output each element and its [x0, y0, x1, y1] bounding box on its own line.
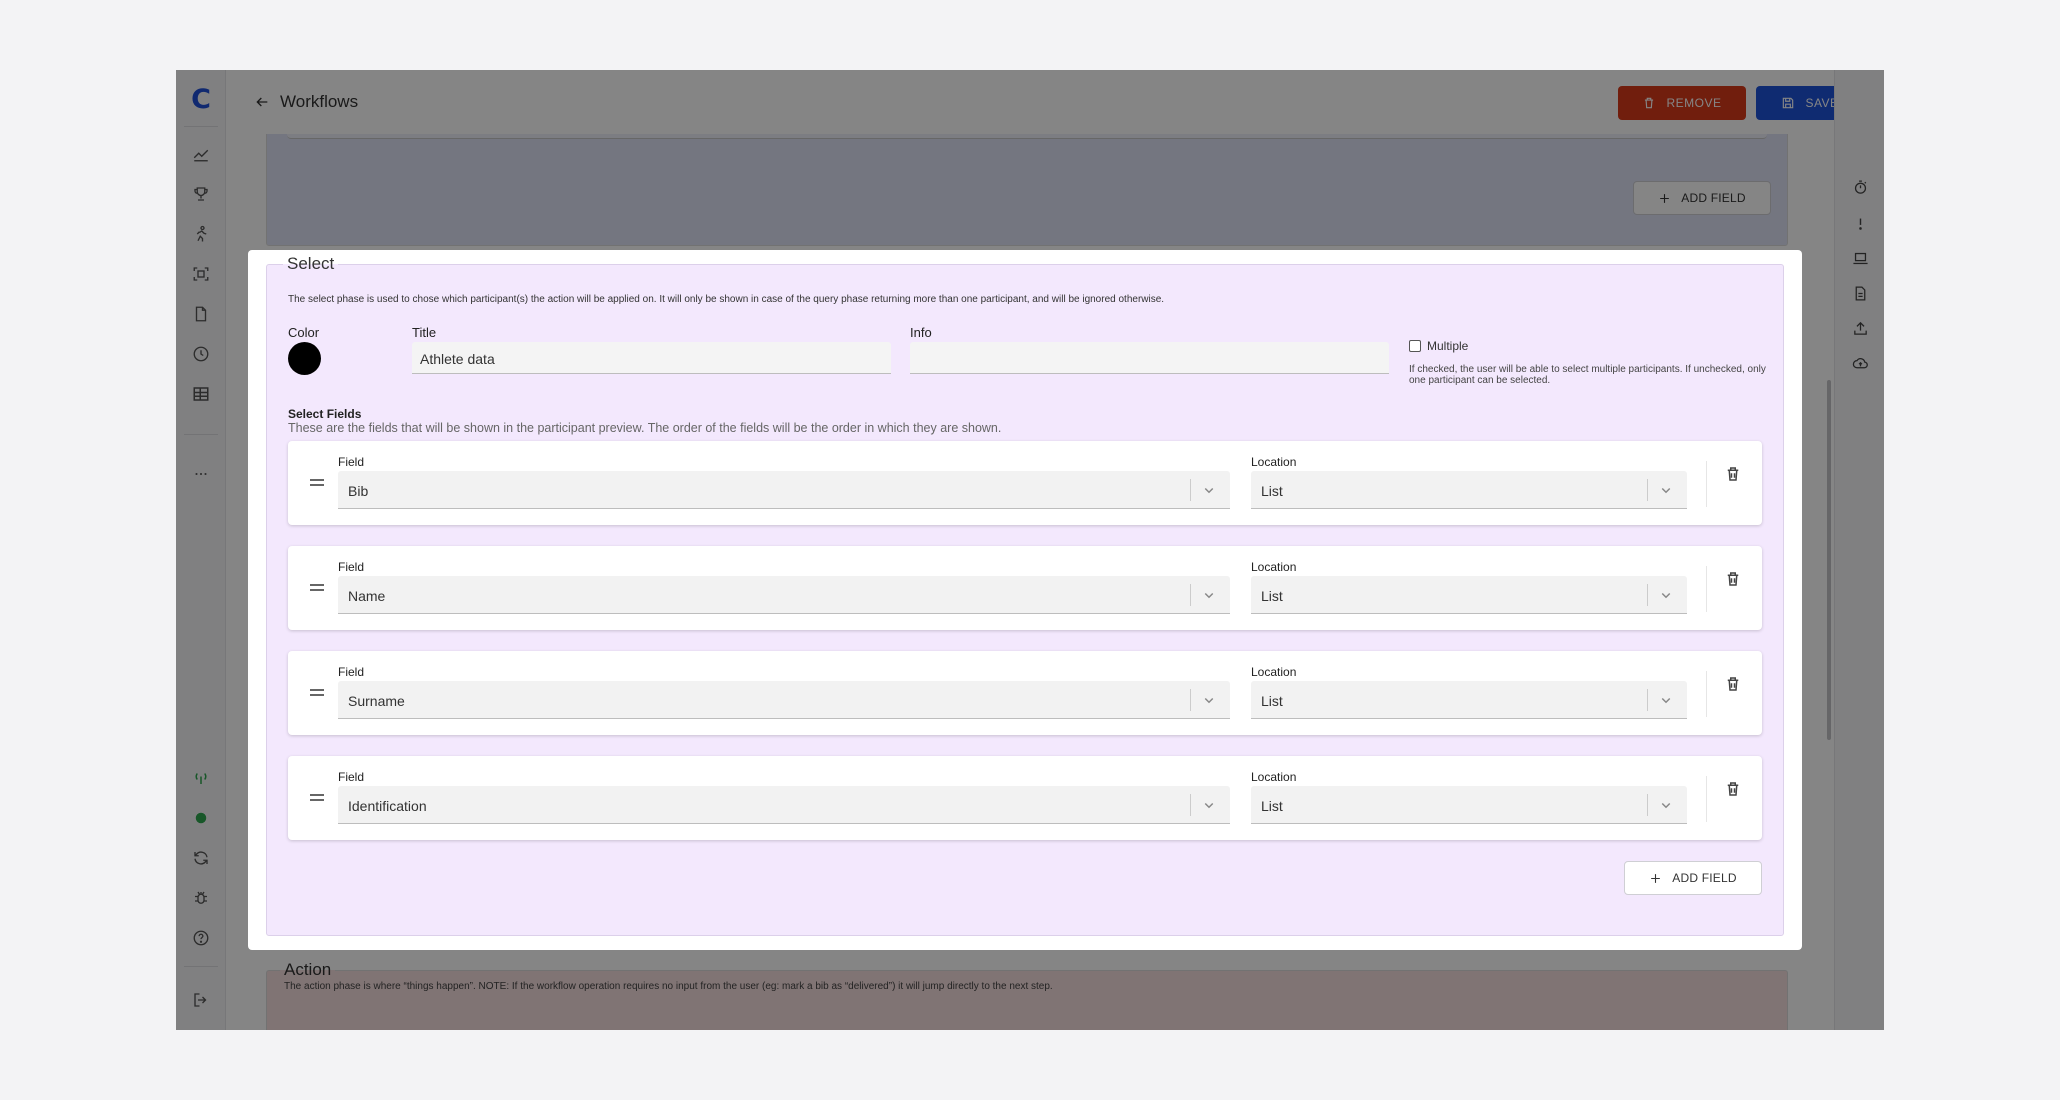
field-label: Field	[338, 770, 365, 784]
chevron-down-icon	[1661, 487, 1671, 494]
select-fields-title: Select Fields	[288, 407, 362, 421]
select-separator	[1647, 794, 1648, 816]
location-value: List	[1261, 588, 1283, 604]
row-divider	[1706, 776, 1707, 822]
select-separator	[1190, 584, 1191, 606]
location-label: Location	[1251, 455, 1297, 469]
chevron-down-icon	[1204, 487, 1214, 494]
location-select[interactable]: List	[1251, 471, 1687, 509]
multiple-help-text: If checked, the user will be able to sel…	[1409, 364, 1766, 386]
drag-handle-icon[interactable]	[310, 794, 324, 804]
delete-row-icon[interactable]	[1724, 675, 1742, 693]
row-divider	[1706, 566, 1707, 612]
location-label: Location	[1251, 560, 1297, 574]
location-value: List	[1261, 483, 1283, 499]
field-select[interactable]: Name	[338, 576, 1230, 614]
drag-handle-icon[interactable]	[310, 479, 324, 489]
location-select[interactable]: List	[1251, 681, 1687, 719]
info-label: Info	[910, 325, 932, 340]
field-label: Field	[338, 455, 365, 469]
row-divider	[1706, 671, 1707, 717]
delete-row-icon[interactable]	[1724, 465, 1742, 483]
chevron-down-icon	[1204, 697, 1214, 704]
select-field-row: Field Surname Location List	[288, 651, 1762, 735]
field-select[interactable]: Identification	[338, 786, 1230, 824]
field-label: Field	[338, 665, 365, 679]
multiple-label: Multiple	[1427, 339, 1469, 353]
location-select[interactable]: List	[1251, 786, 1687, 824]
drag-handle-icon[interactable]	[310, 689, 324, 699]
location-value: List	[1261, 798, 1283, 814]
select-field-row: Field Identification Location List	[288, 756, 1762, 840]
field-label: Field	[338, 560, 365, 574]
multiple-checkbox[interactable]	[1409, 340, 1421, 352]
field-select[interactable]: Surname	[338, 681, 1230, 719]
select-separator	[1647, 689, 1648, 711]
select-separator	[1190, 479, 1191, 501]
delete-row-icon[interactable]	[1724, 570, 1742, 588]
select-field-row: Field Name Location List	[288, 546, 1762, 630]
info-input[interactable]	[910, 342, 1389, 374]
plus-icon	[1651, 873, 1661, 883]
location-select[interactable]: List	[1251, 576, 1687, 614]
select-separator	[1190, 689, 1191, 711]
color-picker-swatch[interactable]	[288, 342, 321, 375]
drag-handle-icon[interactable]	[310, 584, 324, 594]
add-field-label: ADD FIELD	[1672, 871, 1737, 885]
field-value: Identification	[348, 798, 427, 814]
field-select[interactable]: Bib	[338, 471, 1230, 509]
location-label: Location	[1251, 665, 1297, 679]
field-value: Name	[348, 588, 386, 604]
delete-row-icon[interactable]	[1724, 780, 1742, 798]
field-value: Surname	[348, 693, 405, 709]
select-separator	[1647, 584, 1648, 606]
select-description: The select phase is used to chose which …	[288, 294, 1165, 305]
location-value: List	[1261, 693, 1283, 709]
field-value: Bib	[348, 483, 369, 499]
select-separator	[1190, 794, 1191, 816]
row-divider	[1706, 461, 1707, 507]
chevron-down-icon	[1661, 802, 1671, 809]
select-field-row: Field Bib Location List	[288, 441, 1762, 525]
chevron-down-icon	[1204, 802, 1214, 809]
title-label: Title	[412, 325, 437, 340]
title-input[interactable]: Athlete data	[412, 342, 891, 374]
location-label: Location	[1251, 770, 1297, 784]
select-legend: Select	[283, 254, 339, 274]
chevron-down-icon	[1661, 592, 1671, 599]
select-fields-description: These are the fields that will be shown …	[288, 421, 1002, 435]
color-label: Color	[288, 325, 320, 340]
chevron-down-icon	[1204, 592, 1214, 599]
add-field-button[interactable]: ADD FIELD	[1624, 861, 1762, 895]
chevron-down-icon	[1661, 697, 1671, 704]
select-separator	[1647, 479, 1648, 501]
